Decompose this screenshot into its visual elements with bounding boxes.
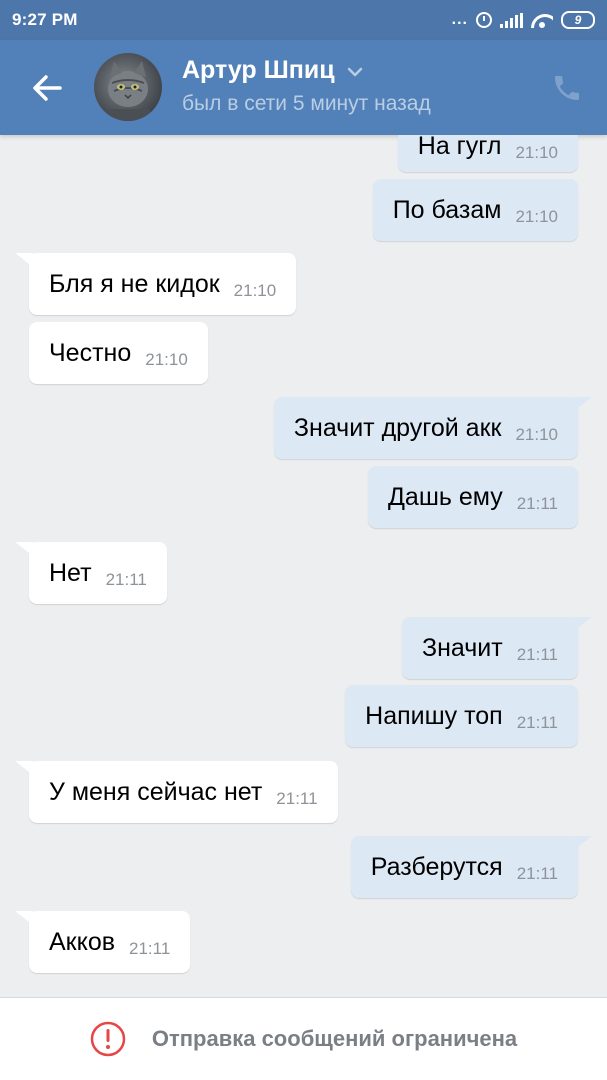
- outgoing-message[interactable]: Разберутся 21:11: [350, 836, 592, 898]
- contact-status: был в сети 5 минут назад: [182, 92, 431, 115]
- outgoing-message[interactable]: На гугл 21:10: [397, 135, 578, 172]
- message-text: Нет: [49, 558, 92, 587]
- outgoing-message[interactable]: Дашь ему 21:11: [367, 466, 578, 528]
- battery-icon: 9: [561, 11, 595, 29]
- bubble-tail: [15, 542, 33, 556]
- bubble-tail: [15, 253, 33, 267]
- notification-dots: ...: [451, 11, 468, 28]
- chat-header: Артур Шпиц был в сети 5 минут назад: [0, 40, 607, 135]
- message-time: 21:11: [276, 789, 318, 808]
- wifi-icon: [531, 12, 553, 28]
- bubble-tail: [574, 397, 592, 411]
- message-text: Разберутся: [370, 852, 503, 881]
- status-icons: ... 9: [452, 11, 595, 29]
- message-text: Акков: [49, 927, 116, 956]
- footer-notice-bar: Отправка сообщений ограничена: [0, 997, 607, 1080]
- incoming-message[interactable]: У меня сейчас нет 21:11: [15, 761, 338, 823]
- avatar[interactable]: [94, 53, 162, 121]
- bubble-tail: [15, 761, 33, 775]
- bubble-tail: [15, 911, 33, 925]
- back-arrow-icon: [33, 75, 62, 101]
- back-button[interactable]: [26, 68, 70, 108]
- message-text: У меня сейчас нет: [49, 777, 263, 806]
- status-bar: 9:27 PM ... 9: [0, 0, 607, 40]
- message-time: 21:10: [233, 281, 277, 300]
- message-time: 21:11: [516, 645, 558, 664]
- message-text: Бля я не кидок: [49, 269, 220, 298]
- message-time: 21:11: [516, 864, 558, 883]
- signal-icon: [500, 12, 523, 28]
- message-time: 21:11: [129, 939, 171, 958]
- message-time: 21:10: [515, 207, 558, 226]
- outgoing-message[interactable]: Значит другой акк 21:10: [273, 397, 592, 459]
- incoming-message[interactable]: Честно 21:10: [29, 322, 208, 384]
- warning-icon: [90, 1021, 126, 1057]
- message-text: Значит: [422, 633, 503, 662]
- message-list[interactable]: На гугл 21:10 По базам 21:10 Бля я не кидок 2…: [0, 135, 607, 997]
- incoming-message[interactable]: Нет 21:11: [15, 542, 167, 604]
- phone-icon[interactable]: [551, 72, 583, 104]
- message-text: На гугл: [417, 135, 502, 160]
- outgoing-message[interactable]: По базам 21:10: [372, 179, 578, 241]
- bubble-tail: [574, 617, 592, 631]
- outgoing-message[interactable]: Напишу топ 21:11: [345, 685, 578, 747]
- message-time: 21:10: [515, 425, 558, 444]
- message-text: Напишу топ: [365, 701, 503, 730]
- message-time: 21:11: [516, 494, 558, 513]
- message-time: 21:11: [516, 713, 558, 732]
- message-text: Честно: [49, 338, 132, 367]
- contact-name[interactable]: Артур Шпиц: [182, 56, 335, 85]
- incoming-message[interactable]: Бля я не кидок 21:10: [15, 253, 297, 315]
- message-time: 21:10: [515, 143, 558, 162]
- alarm-icon: [476, 12, 492, 28]
- message-text: Значит другой акк: [293, 413, 502, 442]
- outgoing-message[interactable]: Значит 21:11: [402, 617, 592, 679]
- messaging-restricted-notice: Отправка сообщений ограничена: [151, 1026, 518, 1051]
- message-text: По базам: [392, 195, 502, 224]
- message-time: 21:11: [105, 570, 147, 589]
- incoming-message[interactable]: Акков 21:11: [15, 911, 191, 973]
- message-time: 21:10: [145, 350, 188, 369]
- status-time: 9:27 PM: [12, 10, 78, 29]
- message-text: Дашь ему: [387, 482, 503, 511]
- bubble-tail: [574, 836, 592, 850]
- chevron-down-icon[interactable]: [345, 65, 365, 79]
- battery-level: 9: [574, 13, 582, 27]
